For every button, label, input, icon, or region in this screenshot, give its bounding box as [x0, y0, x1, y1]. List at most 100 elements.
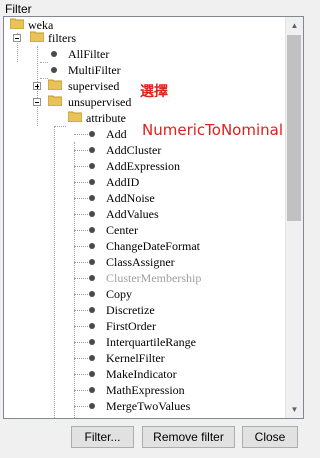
tree-node-supervised[interactable]: supervised — [4, 78, 134, 94]
tree-node-label: FirstOrder — [106, 319, 156, 333]
tree-node-label: KernelFilter — [106, 351, 165, 365]
tree-node-filter-item[interactable]: Copy — [4, 286, 204, 302]
tree-node-filter-item[interactable]: AddExpression — [4, 158, 204, 174]
bullet-icon — [89, 179, 95, 185]
tree-node-label: filters — [48, 31, 76, 45]
tree-node-filter-item[interactable]: AddID — [4, 174, 204, 190]
bullet-icon — [89, 147, 95, 153]
window-title: Filter — [5, 2, 32, 16]
tree-node-label: Discretize — [106, 303, 155, 317]
tree-node-filter-item[interactable]: FirstOrder — [4, 318, 204, 334]
tree-node-filters[interactable]: filters — [4, 30, 154, 46]
bullet-icon — [89, 291, 95, 297]
filter-tree[interactable]: weka filters AllFilter MultiFilter super… — [4, 17, 287, 418]
vertical-scrollbar[interactable]: ▲ ▼ — [285, 17, 303, 418]
tree-connector — [74, 166, 88, 167]
tree-connector — [74, 150, 88, 151]
bullet-icon — [89, 275, 95, 281]
tree-connector — [74, 310, 88, 311]
tree-connector — [74, 390, 88, 391]
tree-node-label: MergeTwoValues — [106, 399, 191, 413]
tree-connector — [74, 246, 88, 247]
tree-node-label: AddNoise — [106, 191, 155, 205]
tree-node-label: ClusterMembership — [106, 271, 202, 285]
tree-node-label: Copy — [106, 287, 133, 301]
tree-node-label: ChangeDateFormat — [106, 239, 200, 253]
bullet-icon — [89, 227, 95, 233]
tree-node-label: ClassAssigner — [106, 255, 175, 269]
bullet-icon — [89, 195, 95, 201]
bullet-icon — [89, 339, 95, 345]
tree-node-label: MakeIndicator — [106, 367, 177, 381]
minus-icon[interactable] — [13, 34, 21, 42]
tree-node-label: AllFilter — [68, 47, 110, 61]
annotation-select: 選擇 — [140, 84, 168, 100]
tree-connector — [74, 326, 88, 327]
bullet-icon — [89, 243, 95, 249]
tree-node-label: MultiFilter — [68, 63, 121, 77]
tree-connector — [74, 406, 88, 407]
folder-icon — [68, 111, 82, 122]
tree-node-label: AddID — [106, 175, 140, 189]
folder-icon — [10, 18, 24, 29]
bullet-icon — [89, 307, 95, 313]
scroll-up-icon[interactable]: ▲ — [286, 17, 303, 34]
tree-connector — [74, 294, 88, 295]
folder-icon — [48, 95, 62, 106]
tree-node-filter-item[interactable]: ChangeDateFormat — [4, 238, 204, 254]
tree-connector — [74, 262, 88, 263]
bullet-icon — [89, 371, 95, 377]
tree-node-filter-item[interactable]: MakeIndicator — [4, 366, 204, 382]
tree-node-filter-item[interactable]: MathExpression — [4, 382, 204, 398]
tree-node-filter-item[interactable]: AddValues — [4, 206, 204, 222]
tree-connector — [74, 358, 88, 359]
bullet-icon — [89, 323, 95, 329]
tree-node-filter-item[interactable]: ClusterMembership — [4, 270, 204, 286]
folder-icon — [30, 31, 44, 42]
tree-node-unsupervised[interactable]: unsupervised — [4, 94, 140, 110]
close-button[interactable]: Close — [242, 426, 298, 448]
tree-node-filter-item[interactable]: AddNoise — [4, 190, 204, 206]
tree-node-label: AddExpression — [106, 159, 180, 173]
tree-node-label: MathExpression — [106, 383, 185, 397]
bullet-icon — [89, 355, 95, 361]
tree-node-label: attribute — [86, 111, 126, 125]
tree-connector — [74, 278, 88, 279]
tree-connector — [74, 214, 88, 215]
scroll-down-icon[interactable]: ▼ — [286, 401, 303, 418]
filter-button[interactable]: Filter... — [71, 426, 134, 448]
bullet-icon — [89, 403, 95, 409]
bullet-icon — [51, 51, 57, 57]
folder-icon — [48, 79, 62, 90]
annotation-filter-name: NumericToNominal — [142, 121, 283, 139]
bullet-icon — [89, 259, 95, 265]
tree-node-attribute[interactable]: attribute — [4, 110, 154, 126]
tree-node-label: unsupervised — [68, 95, 132, 109]
plus-icon[interactable] — [33, 82, 41, 90]
bullet-icon — [89, 211, 95, 217]
tree-node-filter-item[interactable]: AddCluster — [4, 142, 204, 158]
tree-connector — [74, 342, 88, 343]
remove-filter-button[interactable]: Remove filter — [142, 426, 235, 448]
tree-node-label: InterquartileRange — [106, 335, 196, 349]
tree-connector — [74, 198, 88, 199]
tree-node-multifilter[interactable]: MultiFilter — [4, 62, 154, 78]
tree-connector — [74, 182, 88, 183]
bullet-icon — [89, 387, 95, 393]
tree-node-filter-item[interactable]: ClassAssigner — [4, 254, 204, 270]
tree-node-label: Add — [106, 127, 127, 141]
tree-node-label: AddValues — [106, 207, 159, 221]
tree-node-filter-item[interactable]: InterquartileRange — [4, 334, 204, 350]
minus-icon[interactable] — [33, 98, 41, 106]
tree-node-filter-item[interactable]: Discretize — [4, 302, 204, 318]
tree-node-filter-item[interactable]: Center — [4, 222, 204, 238]
tree-node-label: Center — [106, 223, 138, 237]
tree-node-filter-item[interactable]: MergeTwoValues — [4, 398, 204, 414]
scroll-thumb[interactable] — [287, 35, 301, 221]
tree-node-allfilter[interactable]: AllFilter — [4, 46, 154, 62]
tree-node-label: supervised — [68, 79, 120, 93]
tree-connector — [74, 374, 88, 375]
tree-node-filter-item[interactable]: KernelFilter — [4, 350, 204, 366]
bullet-icon — [89, 131, 95, 137]
tree-connector — [74, 230, 88, 231]
